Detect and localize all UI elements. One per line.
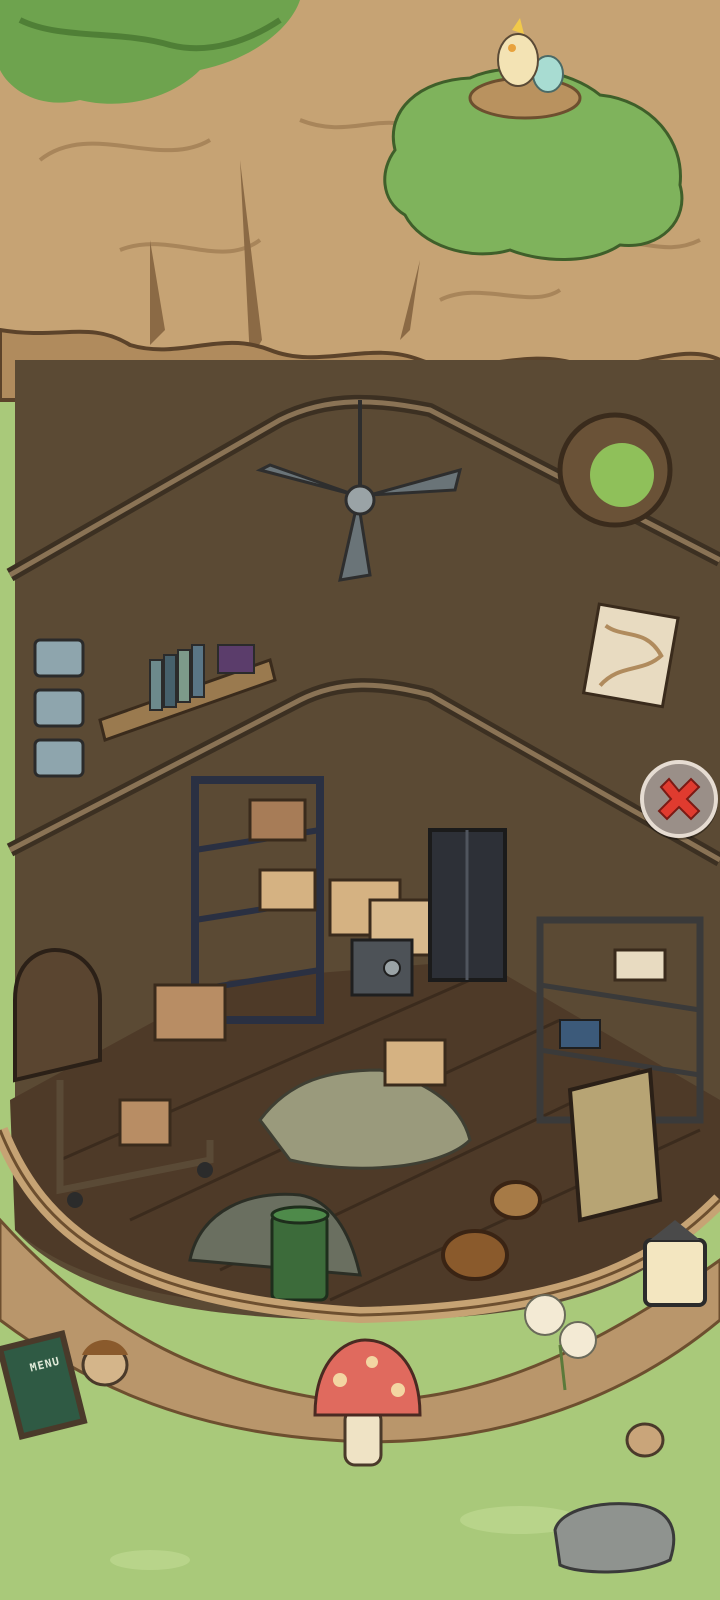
- acorn-small: [625, 1422, 665, 1458]
- game-scene: [0, 0, 720, 1600]
- elevator-door: [428, 828, 507, 982]
- whiteboard: [567, 1067, 663, 1223]
- wall-baskets: [33, 638, 85, 778]
- acorn: [81, 1340, 129, 1387]
- toolbox: [383, 1038, 447, 1087]
- rock: [553, 1502, 676, 1574]
- round-window: [557, 412, 673, 528]
- oil-drum: [270, 1205, 330, 1302]
- x-icon: [657, 777, 701, 821]
- wall-map: [581, 602, 680, 709]
- arched-door: [13, 947, 102, 1083]
- close-button[interactable]: [640, 760, 718, 838]
- safe: [350, 938, 414, 997]
